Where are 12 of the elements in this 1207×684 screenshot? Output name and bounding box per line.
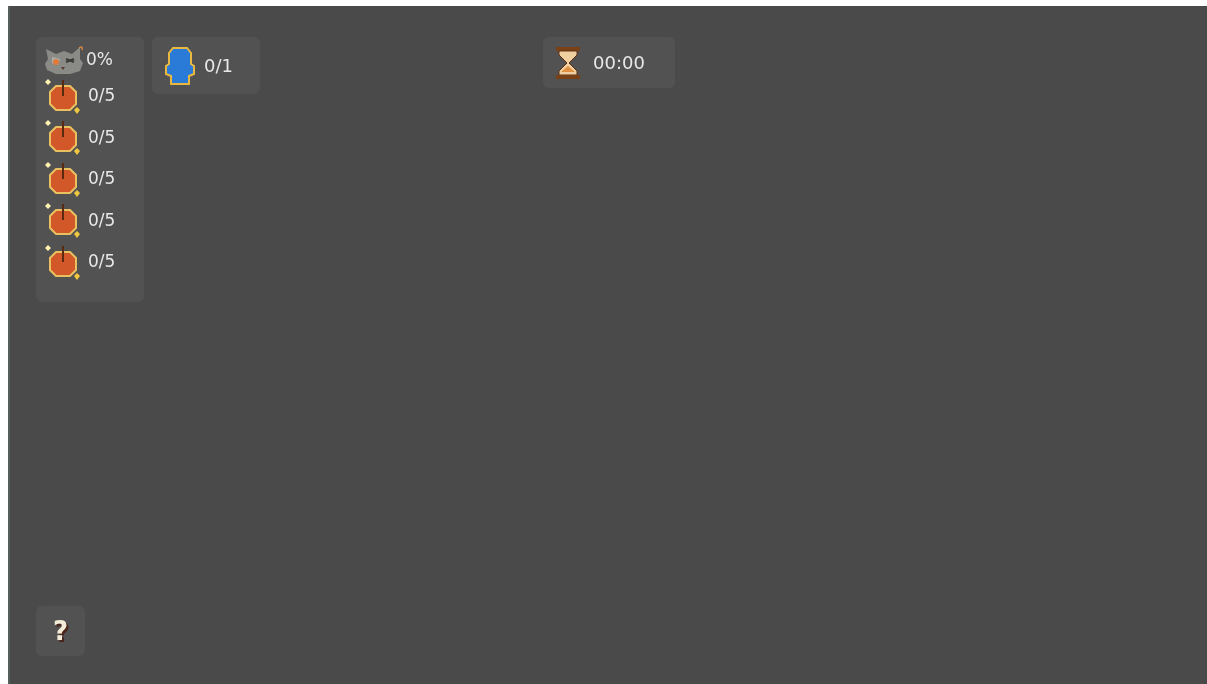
apple-count: 0/5 xyxy=(88,167,116,190)
player-count: 0/1 xyxy=(204,54,233,78)
hourglass-icon xyxy=(555,45,581,80)
timer-text: 00:00 xyxy=(593,51,645,75)
apple-count: 0/5 xyxy=(88,84,116,107)
apple-count: 0/5 xyxy=(88,250,116,273)
apple-count: 0/5 xyxy=(88,208,116,232)
help-button[interactable]: ? xyxy=(36,606,85,656)
apple-count: 0/5 xyxy=(88,125,116,149)
cat-face-icon xyxy=(44,45,84,75)
completion-percent: 0% xyxy=(86,48,113,72)
figure-icon xyxy=(164,45,196,86)
